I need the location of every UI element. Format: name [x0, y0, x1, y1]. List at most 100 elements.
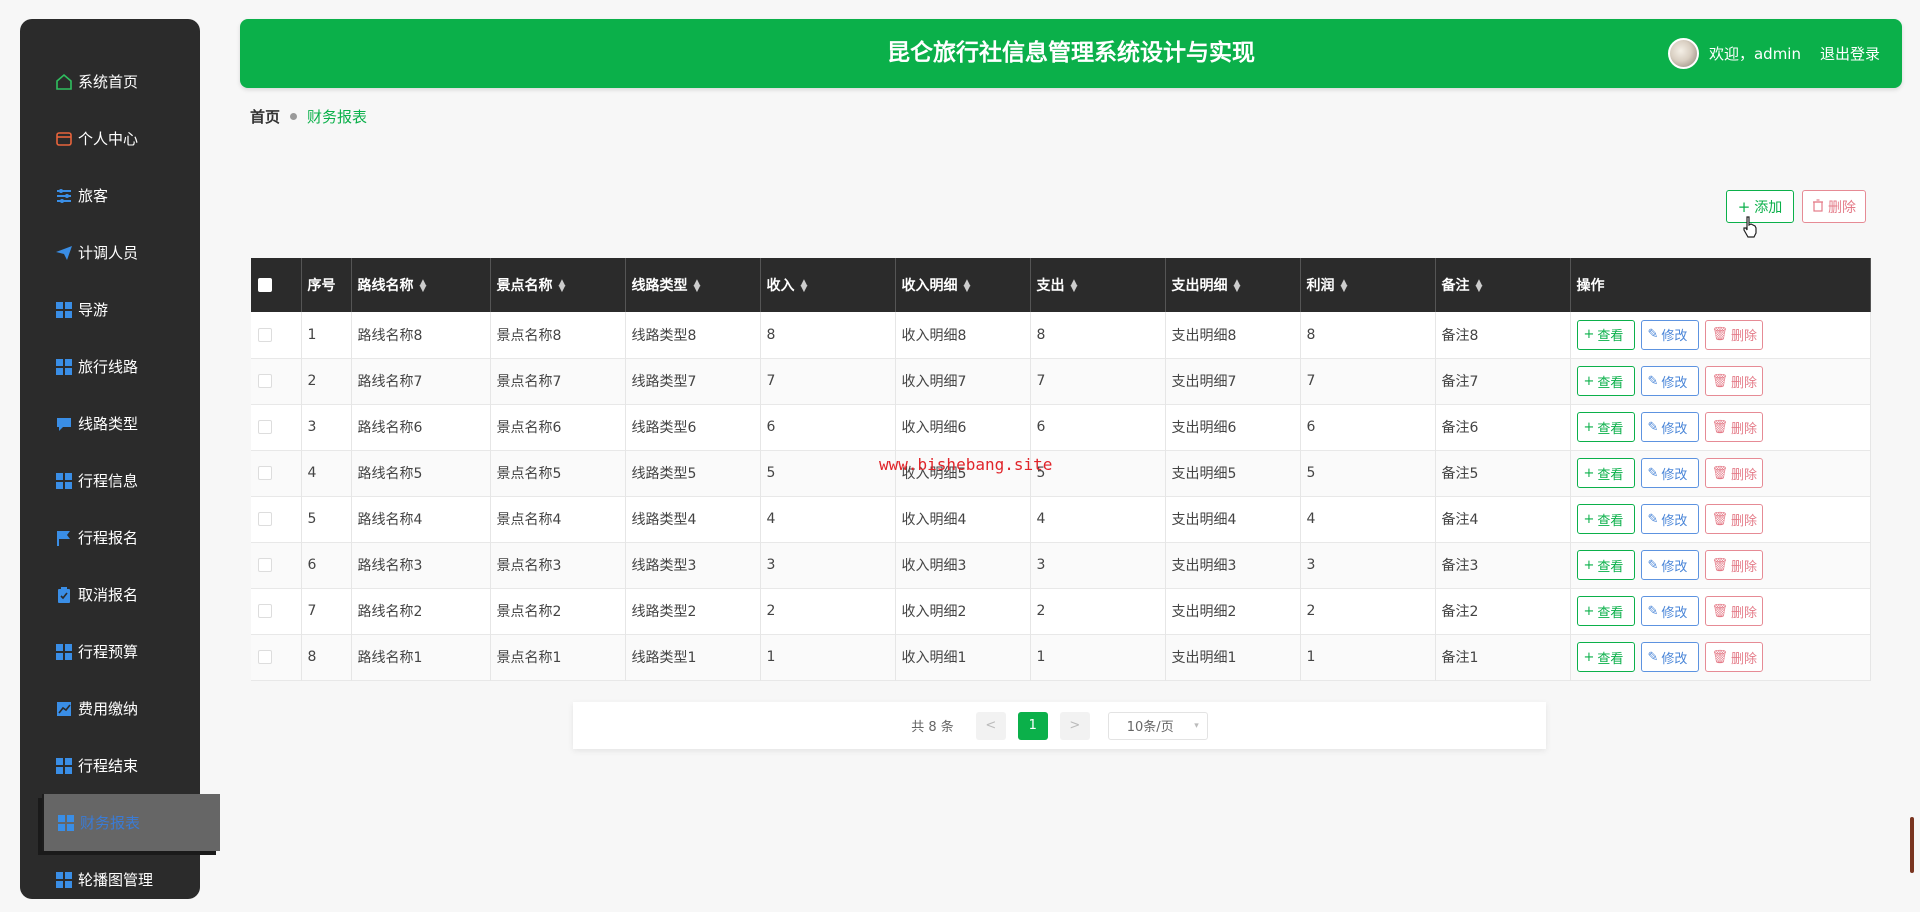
- delete-button[interactable]: 🗑 删除: [1704, 458, 1763, 488]
- edit-button[interactable]: ✎ 修改: [1640, 319, 1699, 350]
- column-header[interactable]: 利润 ▲ ▼: [1300, 258, 1436, 312]
- table-row: 2 路线名称7 景点名称7 线路类型7 7 收入明细7 7 支出明细7 7 备注7 + 查看 ✎ 修改 🗑 删…: [251, 358, 1871, 404]
- row-checkbox[interactable]: [258, 512, 272, 526]
- sidebar-item-12[interactable]: 行程结束: [20, 737, 200, 794]
- table-cell: 备注2: [1435, 588, 1571, 634]
- edit-label: 修改: [1661, 605, 1688, 621]
- sidebar-item-3[interactable]: 计调人员: [20, 224, 200, 281]
- delete-button[interactable]: 🗑 删除: [1704, 550, 1763, 580]
- sidebar-item-10[interactable]: 行程预算: [20, 623, 200, 680]
- breadcrumb-home[interactable]: 首页: [250, 106, 280, 127]
- sort-icon[interactable]: ▲ ▼: [964, 279, 971, 294]
- delete-button[interactable]: 🗑 删除: [1704, 596, 1763, 626]
- edit-button[interactable]: ✎ 修改: [1640, 366, 1699, 396]
- view-button[interactable]: + 查看: [1576, 642, 1635, 672]
- sidebar-item-8[interactable]: 行程报名: [20, 509, 200, 566]
- column-header[interactable]: 路线名称 ▲ ▼: [351, 258, 491, 312]
- row-checkbox[interactable]: [258, 604, 272, 618]
- header-select-all[interactable]: [251, 258, 302, 312]
- view-button[interactable]: + 查看: [1576, 596, 1635, 626]
- next-page-button[interactable]: >: [1059, 711, 1090, 740]
- column-header[interactable]: 收入 ▲ ▼: [760, 258, 896, 312]
- delete-button[interactable]: 🗑 删除: [1704, 642, 1763, 672]
- delete-button[interactable]: 🗑 删除: [1704, 504, 1763, 534]
- column-header[interactable]: 备注 ▲ ▼: [1435, 258, 1571, 312]
- view-button[interactable]: + 查看: [1576, 412, 1635, 442]
- view-button[interactable]: + 查看: [1576, 366, 1635, 396]
- delete-button[interactable]: 🗑 删除: [1704, 319, 1763, 350]
- add-button[interactable]: + 添加: [1726, 190, 1794, 223]
- select-all-checkbox[interactable]: [258, 278, 272, 292]
- row-actions: + 查看 ✎ 修改 🗑 删除: [1570, 404, 1871, 450]
- page-scrollbar[interactable]: [1910, 817, 1914, 873]
- avatar[interactable]: [1667, 38, 1699, 69]
- row-actions: + 查看 ✎ 修改 🗑 删除: [1570, 312, 1871, 358]
- view-button[interactable]: + 查看: [1576, 504, 1635, 534]
- edit-button[interactable]: ✎ 修改: [1640, 412, 1699, 442]
- sidebar-item-5[interactable]: 旅行线路: [20, 338, 200, 395]
- table-cell: 收入明细8: [895, 312, 1031, 358]
- table-cell: 收入明细6: [895, 404, 1031, 450]
- edit-button[interactable]: ✎ 修改: [1640, 458, 1699, 488]
- table-cell: 3: [760, 542, 896, 588]
- view-button[interactable]: + 查看: [1576, 458, 1635, 488]
- table-cell: 景点名称1: [490, 634, 626, 680]
- column-header[interactable]: 景点名称 ▲ ▼: [490, 258, 626, 312]
- view-button[interactable]: + 查看: [1576, 319, 1635, 350]
- row-checkbox[interactable]: [258, 558, 272, 572]
- table-row: 3 路线名称6 景点名称6 线路类型6 6 收入明细6 6 支出明细6 6 备注6 + 查看 ✎ 修改 🗑 删…: [251, 404, 1871, 450]
- column-header[interactable]: 支出 ▲ ▼: [1030, 258, 1166, 312]
- view-button[interactable]: + 查看: [1576, 550, 1635, 580]
- sort-icon[interactable]: ▲ ▼: [559, 279, 566, 294]
- header-bar: 昆仑旅行社信息管理系统设计与实现 欢迎，admin 退出登录: [240, 19, 1902, 88]
- sidebar-item-0[interactable]: 系统首页: [20, 53, 200, 110]
- sort-icon[interactable]: ▲ ▼: [801, 279, 808, 294]
- sidebar-item-14[interactable]: 轮播图管理: [20, 851, 200, 908]
- column-header[interactable]: 支出明细 ▲ ▼: [1165, 258, 1301, 312]
- row-checkbox[interactable]: [258, 327, 272, 342]
- sort-icon[interactable]: ▲ ▼: [694, 279, 701, 294]
- edit-button[interactable]: ✎ 修改: [1640, 504, 1699, 534]
- sort-icon[interactable]: ▲ ▼: [1476, 279, 1483, 294]
- sort-icon[interactable]: ▲ ▼: [1071, 279, 1078, 294]
- table-cell: 线路类型6: [625, 404, 761, 450]
- view-label: 查看: [1597, 605, 1624, 621]
- sort-icon[interactable]: ▲ ▼: [1341, 279, 1348, 294]
- page-size-select[interactable]: 10条/页 ▾: [1107, 711, 1208, 740]
- row-checkbox[interactable]: [258, 650, 272, 664]
- logout-link[interactable]: 退出登录: [1820, 43, 1880, 64]
- trash-icon: 🗑: [1711, 511, 1729, 527]
- column-header[interactable]: 线路类型 ▲ ▼: [625, 258, 761, 312]
- edit-icon: ✎: [1647, 557, 1659, 573]
- sidebar-item-9[interactable]: 取消报名: [20, 566, 200, 623]
- table-cell: 路线名称3: [351, 542, 491, 588]
- sort-icon[interactable]: ▲ ▼: [420, 279, 427, 294]
- row-checkbox[interactable]: [258, 420, 272, 434]
- delete-label: 删除: [1731, 651, 1758, 667]
- sidebar-item-1[interactable]: 个人中心: [20, 110, 200, 167]
- sidebar-item-6[interactable]: 线路类型: [20, 395, 200, 452]
- table-cell: 支出明细7: [1165, 358, 1301, 404]
- sidebar-item-13[interactable]: 财务报表: [42, 794, 220, 851]
- sidebar-item-4[interactable]: 导游: [20, 281, 200, 338]
- table-cell: 8: [1030, 312, 1166, 358]
- delete-button[interactable]: 🗑 删除: [1704, 412, 1763, 442]
- edit-button[interactable]: ✎ 修改: [1640, 596, 1699, 626]
- delete-button[interactable]: 🗑 删除: [1704, 366, 1763, 396]
- edit-button[interactable]: ✎ 修改: [1640, 642, 1699, 672]
- sidebar-item-11[interactable]: 费用缴纳: [20, 680, 200, 737]
- sidebar-item-label: 旅客: [78, 187, 109, 205]
- sidebar-item-2[interactable]: 旅客: [20, 167, 200, 224]
- batch-delete-button[interactable]: 删除: [1802, 190, 1866, 223]
- prev-page-button[interactable]: <: [975, 711, 1006, 740]
- row-checkbox[interactable]: [258, 374, 272, 388]
- row-checkbox[interactable]: [258, 466, 272, 480]
- sidebar-item-7[interactable]: 行程信息: [20, 452, 200, 509]
- table-cell: 路线名称8: [351, 312, 491, 358]
- column-header[interactable]: 收入明细 ▲ ▼: [895, 258, 1031, 312]
- sort-icon[interactable]: ▲ ▼: [1234, 279, 1241, 294]
- table-cell: 备注6: [1435, 404, 1571, 450]
- edit-button[interactable]: ✎ 修改: [1640, 550, 1699, 580]
- welcome-text: 欢迎，admin: [1708, 45, 1801, 63]
- page-number-current[interactable]: 1: [1017, 711, 1048, 740]
